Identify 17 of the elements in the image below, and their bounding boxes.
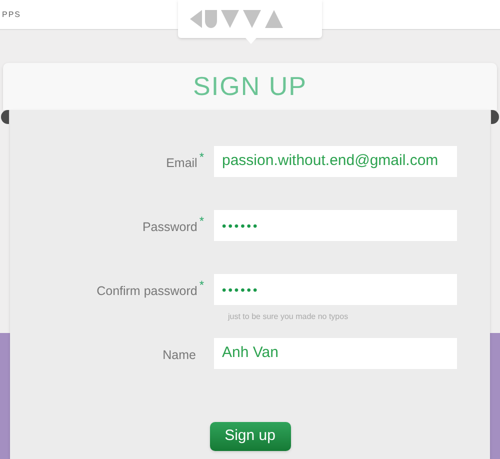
field-label: Email (166, 154, 198, 172)
sign-up-button[interactable]: Sign up (210, 422, 290, 451)
required-mark: * (199, 150, 204, 163)
field-label: Confirm password (96, 282, 198, 300)
input-field[interactable]: passion.without.end@gmail.com (214, 146, 457, 177)
input-field[interactable]: Anh Van (214, 338, 457, 369)
form-title: SIGN UP (193, 70, 307, 103)
field-label: Name (162, 346, 196, 364)
field-label: Password (142, 218, 198, 236)
required-mark: * (199, 278, 204, 291)
input-field[interactable]: •••••• (214, 274, 457, 305)
ribbon-curl-icon (491, 110, 499, 124)
hint-text: just to be sure you made no typos (228, 311, 348, 323)
required-mark: * (199, 214, 204, 227)
ribbon-curl-icon (1, 110, 9, 124)
input-field[interactable]: •••••• (214, 210, 457, 241)
nav-text: PPS (2, 8, 22, 20)
